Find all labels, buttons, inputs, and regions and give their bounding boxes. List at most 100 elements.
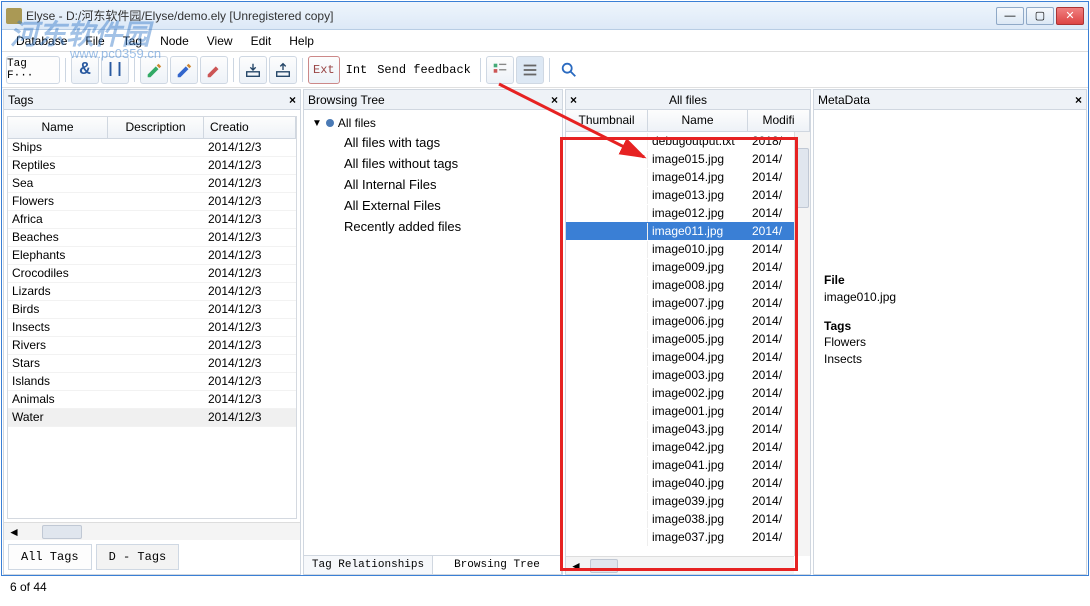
- file-row[interactable]: image041.jpg2014/: [566, 456, 810, 474]
- metadata-pane-close[interactable]: ×: [1075, 93, 1082, 107]
- tree-root-all-files[interactable]: ▼All files: [312, 114, 554, 132]
- file-row[interactable]: debugoutput.txt2018/: [566, 132, 810, 150]
- file-row[interactable]: image009.jpg2014/: [566, 258, 810, 276]
- file-row[interactable]: image004.jpg2014/: [566, 348, 810, 366]
- tree-child[interactable]: All Internal Files: [312, 174, 554, 195]
- menu-help[interactable]: Help: [281, 32, 322, 50]
- tags-pane-title: Tags: [8, 93, 33, 107]
- maximize-button[interactable]: ▢: [1026, 7, 1054, 25]
- tag-row[interactable]: Beaches2014/12/3: [8, 229, 296, 247]
- tag-row[interactable]: Insects2014/12/3: [8, 319, 296, 337]
- brush-tool-1[interactable]: [140, 56, 168, 84]
- browse-pane: Browsing Tree × ▼All files All files with…: [303, 89, 563, 575]
- int-button[interactable]: Int: [342, 56, 372, 84]
- tag-row[interactable]: Birds2014/12/3: [8, 301, 296, 319]
- tag-row[interactable]: Islands2014/12/3: [8, 373, 296, 391]
- app-window: Elyse - D:/河东软件园/Elyse/demo.ely [Unregis…: [1, 1, 1089, 576]
- menubar: Database File Tag Node View Edit Help: [2, 30, 1088, 52]
- file-row[interactable]: image010.jpg2014/: [566, 240, 810, 258]
- tag-row[interactable]: Animals2014/12/3: [8, 391, 296, 409]
- pause-tool[interactable]: ||: [101, 56, 129, 84]
- tag-row[interactable]: Reptiles2014/12/3: [8, 157, 296, 175]
- tag-row[interactable]: Elephants2014/12/3: [8, 247, 296, 265]
- tag-row[interactable]: Africa2014/12/3: [8, 211, 296, 229]
- app-icon: [6, 8, 22, 24]
- tags-hscroll[interactable]: ◄: [4, 522, 300, 540]
- file-row[interactable]: image039.jpg2014/: [566, 492, 810, 510]
- file-row[interactable]: image007.jpg2014/: [566, 294, 810, 312]
- tag-row[interactable]: Stars2014/12/3: [8, 355, 296, 373]
- menu-tag[interactable]: Tag: [115, 32, 150, 50]
- view-list-button[interactable]: [516, 56, 544, 84]
- tray-tool-2[interactable]: [269, 56, 297, 84]
- ext-button[interactable]: Ext: [308, 56, 340, 84]
- tree-child[interactable]: All files with tags: [312, 132, 554, 153]
- file-row[interactable]: image037.jpg2014/: [566, 528, 810, 546]
- tray-tool-1[interactable]: [239, 56, 267, 84]
- files-pane-close[interactable]: ×: [570, 93, 577, 107]
- file-row[interactable]: image011.jpg2014/: [566, 222, 810, 240]
- file-row[interactable]: image008.jpg2014/: [566, 276, 810, 294]
- browse-pane-title: Browsing Tree: [308, 93, 385, 107]
- tags-pane: Tags × Name Description Creatio Ships2014…: [3, 89, 301, 575]
- tag-row[interactable]: Flowers2014/12/3: [8, 193, 296, 211]
- browse-pane-close[interactable]: ×: [551, 93, 558, 107]
- menu-database[interactable]: Database: [8, 32, 75, 50]
- tag-row[interactable]: Rivers2014/12/3: [8, 337, 296, 355]
- tags-col-desc[interactable]: Description: [108, 117, 204, 138]
- tree-node-icon: [326, 119, 334, 127]
- menu-node[interactable]: Node: [152, 32, 197, 50]
- file-row[interactable]: image003.jpg2014/: [566, 366, 810, 384]
- tree-expand-icon[interactable]: ▼: [312, 118, 322, 129]
- file-row[interactable]: image002.jpg2014/: [566, 384, 810, 402]
- browse-tree: ▼All files All files with tagsAll files …: [304, 110, 562, 555]
- tab-all-tags[interactable]: All Tags: [8, 544, 92, 570]
- menu-edit[interactable]: Edit: [243, 32, 280, 50]
- file-row[interactable]: image012.jpg2014/: [566, 204, 810, 222]
- tree-child[interactable]: Recently added files: [312, 216, 554, 237]
- tag-row[interactable]: Lizards2014/12/3: [8, 283, 296, 301]
- view-grid-button[interactable]: [486, 56, 514, 84]
- tag-filter-button[interactable]: Tag F···: [6, 56, 60, 84]
- file-row[interactable]: image042.jpg2014/: [566, 438, 810, 456]
- tags-col-name[interactable]: Name: [8, 117, 108, 138]
- tag-row[interactable]: Ships2014/12/3: [8, 139, 296, 157]
- menu-view[interactable]: View: [199, 32, 241, 50]
- brush-tool-3[interactable]: [200, 56, 228, 84]
- tree-child[interactable]: All files without tags: [312, 153, 554, 174]
- close-button[interactable]: ✕: [1056, 7, 1084, 25]
- file-row[interactable]: image005.jpg2014/: [566, 330, 810, 348]
- tag-row[interactable]: Crocodiles2014/12/3: [8, 265, 296, 283]
- file-row[interactable]: image006.jpg2014/: [566, 312, 810, 330]
- tree-child[interactable]: All External Files: [312, 195, 554, 216]
- file-row[interactable]: image043.jpg2014/: [566, 420, 810, 438]
- titlebar[interactable]: Elyse - D:/河东软件园/Elyse/demo.ely [Unregis…: [2, 2, 1088, 30]
- minimize-button[interactable]: —: [996, 7, 1024, 25]
- tab-tag-relationships[interactable]: Tag Relationships: [304, 556, 433, 574]
- ampersand-tool[interactable]: &: [71, 56, 99, 84]
- file-row[interactable]: image001.jpg2014/: [566, 402, 810, 420]
- tab-d-tags[interactable]: D - Tags: [96, 544, 180, 570]
- tags-pane-close[interactable]: ×: [289, 93, 296, 107]
- file-row[interactable]: image015.jpg2014/: [566, 150, 810, 168]
- send-feedback-button[interactable]: Send feedback: [373, 56, 475, 84]
- search-button[interactable]: [555, 56, 583, 84]
- tags-table: Name Description Creatio Ships2014/12/3R…: [7, 116, 297, 519]
- file-row[interactable]: image014.jpg2014/: [566, 168, 810, 186]
- file-row[interactable]: image013.jpg2014/: [566, 186, 810, 204]
- tab-browsing-tree[interactable]: Browsing Tree: [433, 556, 562, 574]
- files-pane-title: All files: [669, 93, 707, 107]
- files-hscroll[interactable]: ◄: [566, 556, 794, 574]
- file-row[interactable]: image040.jpg2014/: [566, 474, 810, 492]
- files-col-name[interactable]: Name: [648, 110, 748, 131]
- files-pane: × All files Thumbnail Name Modifi debugou…: [565, 89, 811, 575]
- brush-tool-2[interactable]: [170, 56, 198, 84]
- tag-row[interactable]: Water2014/12/3: [8, 409, 296, 427]
- tags-col-created[interactable]: Creatio: [204, 117, 296, 138]
- files-col-modified[interactable]: Modifi: [748, 110, 810, 131]
- files-col-thumb[interactable]: Thumbnail: [566, 110, 648, 131]
- menu-file[interactable]: File: [77, 32, 112, 50]
- tag-row[interactable]: Sea2014/12/3: [8, 175, 296, 193]
- files-vscroll[interactable]: [794, 132, 810, 556]
- file-row[interactable]: image038.jpg2014/: [566, 510, 810, 528]
